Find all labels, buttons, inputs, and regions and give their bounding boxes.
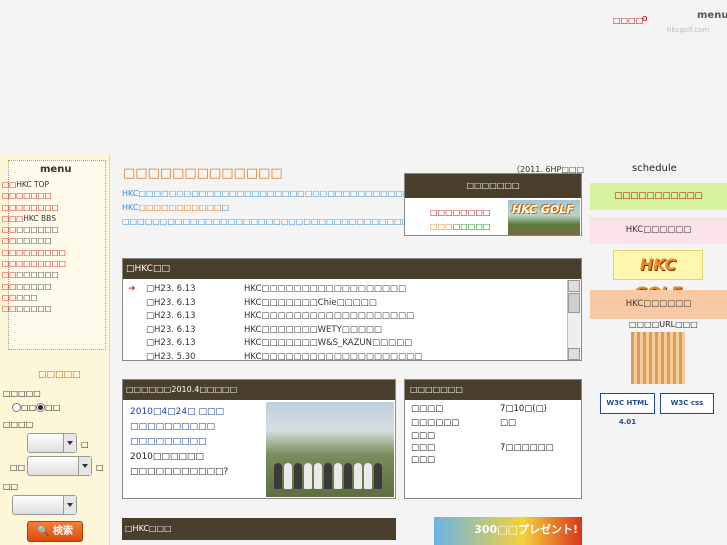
news-title[interactable]: HKC□□□□□□□W&S_KAZUN□□□□□ bbox=[244, 338, 412, 348]
price-select[interactable] bbox=[12, 495, 77, 515]
right-link-1[interactable]: □□□□□□□□□□□ bbox=[590, 183, 727, 210]
area-suffix: □ bbox=[96, 463, 104, 472]
area-label: □□ bbox=[10, 463, 26, 472]
menu-item[interactable]: □□□□□□□□□ bbox=[2, 247, 106, 258]
news-date: □H23. 6.13 bbox=[146, 311, 196, 321]
left-menu-title: menu bbox=[40, 164, 72, 175]
scroll-up-button[interactable] bbox=[568, 280, 580, 292]
intro-link[interactable]: □□□□□□□□□□□ bbox=[138, 203, 221, 212]
schedule-label: □□□ bbox=[411, 431, 436, 441]
hp-panel-head: □□□□□□□ bbox=[405, 174, 581, 198]
bottom-head-extension bbox=[270, 518, 396, 540]
menu-item[interactable]: □□□□□ bbox=[2, 292, 106, 303]
search-radio-group: □□ □□ bbox=[12, 403, 60, 412]
menu-item[interactable]: □□□HKC BBS bbox=[2, 213, 106, 224]
bottom-head: □HKC□□□ bbox=[122, 518, 270, 540]
news-date: □H23. 6.13 bbox=[146, 284, 196, 294]
news-head: □HKC□□ bbox=[123, 259, 581, 279]
news-date: □H23. 6.13 bbox=[146, 298, 196, 308]
qr-label: □□□□URL□□□ bbox=[629, 320, 698, 329]
chevron-down-icon bbox=[63, 496, 76, 514]
menu-item[interactable]: □□□□□□□ bbox=[2, 303, 106, 314]
qr-code-icon bbox=[631, 332, 685, 384]
menu-item[interactable]: □□□□□□□□ bbox=[2, 269, 106, 280]
competition-photo[interactable] bbox=[266, 402, 394, 497]
menu-item[interactable]: □□□□□□□ bbox=[2, 235, 106, 246]
news-title[interactable]: HKC□□□□□□□WETY□□□□□ bbox=[244, 325, 382, 335]
schedule-label: □□□ bbox=[411, 455, 436, 465]
schedule-label: □□□□□□ bbox=[411, 418, 460, 428]
schedule-value: 7□10□(□) bbox=[500, 404, 547, 414]
right-link-3[interactable]: HKC□□□□□□ bbox=[590, 290, 727, 319]
header-menu-label[interactable]: menu bbox=[697, 10, 727, 21]
intro-text: HKC□□□□□□□□□□□□□□□□□□□□□□□□□□□□□□□□□□□□□… bbox=[122, 189, 538, 226]
news-title[interactable]: HKC□□□□□□□□□□□□□□□□□□□□ bbox=[244, 352, 422, 360]
menu-item[interactable]: □□□□□□□ bbox=[2, 281, 106, 292]
search-title: □□□□□ bbox=[38, 370, 81, 380]
right-schedule-title: schedule bbox=[632, 163, 677, 174]
competition-text[interactable]: 2010□4□24□ □□□ □□□□□□□□□□ □□□□□□□□□ 2010… bbox=[130, 405, 228, 480]
hkc-golf-thumb[interactable]: HKC GOLF bbox=[508, 200, 580, 235]
header-site-label: hkcgolf.com bbox=[667, 26, 710, 34]
competition-head-extension bbox=[269, 380, 395, 400]
news-title[interactable]: HKC□□□□□□□□□□□□□□□□□□ bbox=[244, 284, 406, 294]
header-marker: o bbox=[642, 14, 648, 24]
chevron-down-icon bbox=[78, 457, 91, 475]
schedule-value: 7□□□□□□ bbox=[500, 443, 554, 453]
menu-item[interactable]: □□HKC TOP bbox=[2, 179, 106, 190]
news-date: □H23. 6.13 bbox=[146, 338, 196, 348]
news-title[interactable]: HKC□□□□□□□Chie□□□□□ bbox=[244, 298, 377, 308]
page-title: □□□□□□□□□□□□□ bbox=[123, 166, 283, 181]
promo-banner[interactable]: 300□□プレゼント! bbox=[434, 517, 582, 545]
menu-item[interactable]: □□□□□□□□ bbox=[2, 224, 106, 235]
w3c-html-badge[interactable]: W3C HTML 4.01 bbox=[600, 393, 655, 426]
menu-item[interactable]: □□□□□□□ bbox=[2, 190, 106, 201]
hkc-golf-logo[interactable]: HKC GOLF bbox=[613, 250, 703, 302]
scroll-thumb[interactable] bbox=[568, 293, 580, 313]
search-date-label: □□□□ bbox=[3, 420, 34, 429]
news-title[interactable]: HKC□□□□□□□□□□□□□□□□□□□ bbox=[244, 311, 414, 321]
hp-link-red[interactable]: □□□□□□□□ bbox=[430, 208, 490, 217]
date-select[interactable] bbox=[27, 433, 77, 453]
radio-option-b[interactable] bbox=[36, 403, 46, 412]
schedule-value: □□ bbox=[500, 418, 517, 428]
right-link-2[interactable]: HKC□□□□□□ bbox=[590, 217, 727, 244]
menu-item[interactable]: □□□□□□□□ bbox=[2, 202, 106, 213]
search-kind-label: □□□□□ bbox=[3, 389, 41, 398]
schedule-label: □□□ bbox=[411, 443, 436, 453]
search-icon: 🔍 bbox=[37, 526, 50, 537]
competition-head: □□□□□□2010.4□□□□□ bbox=[123, 380, 269, 400]
arrow-icon: ➜ bbox=[128, 284, 136, 294]
hp-link-green[interactable]: □□□□□□□□ bbox=[430, 222, 490, 231]
scroll-down-button[interactable] bbox=[568, 348, 580, 360]
left-menu-list: □□HKC TOP □□□□□□□ □□□□□□□□ □□□HKC BBS □□… bbox=[2, 179, 106, 315]
price-label: □□ bbox=[3, 482, 19, 491]
date-suffix: □ bbox=[81, 440, 89, 449]
chevron-down-icon bbox=[63, 434, 76, 452]
schedule-label: □□□□ bbox=[411, 404, 444, 414]
news-scrollbar[interactable] bbox=[567, 280, 580, 360]
schedule-head: □□□□□□□ bbox=[405, 380, 581, 400]
w3c-css-badge[interactable]: W3C css bbox=[660, 393, 714, 414]
menu-item[interactable]: □□□□□□□□□ bbox=[2, 258, 106, 269]
radio-option-a[interactable] bbox=[12, 403, 21, 412]
search-button[interactable]: 🔍 検索 bbox=[27, 521, 83, 542]
news-date: □H23. 5.30 bbox=[146, 352, 196, 360]
area-select[interactable] bbox=[27, 456, 92, 476]
news-date: □H23. 6.13 bbox=[146, 325, 196, 335]
header-link[interactable]: □□□□ bbox=[613, 16, 643, 25]
